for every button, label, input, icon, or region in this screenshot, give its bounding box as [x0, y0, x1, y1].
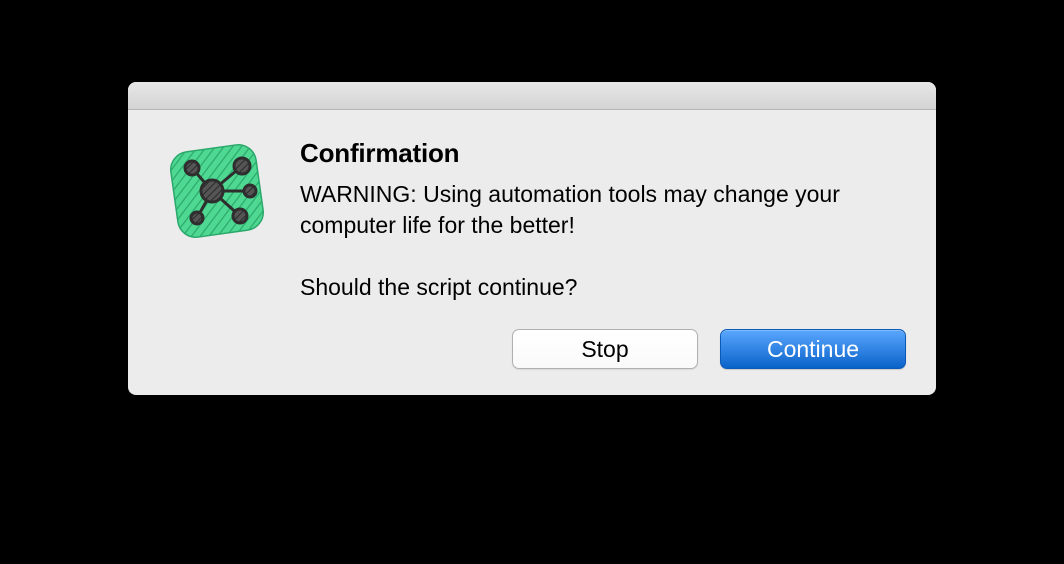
omnigraffle-app-icon [162, 136, 272, 246]
dialog-buttons: Stop Continue [128, 329, 936, 395]
dialog-message: WARNING: Using automation tools may chan… [300, 179, 906, 303]
dialog-text: Confirmation WARNING: Using automation t… [300, 136, 906, 303]
dialog-titlebar [128, 82, 936, 110]
continue-button[interactable]: Continue [720, 329, 906, 369]
app-icon-wrap [162, 136, 272, 246]
stop-button[interactable]: Stop [512, 329, 698, 369]
dialog-title: Confirmation [300, 138, 906, 169]
dialog-content: Confirmation WARNING: Using automation t… [128, 110, 936, 329]
confirmation-dialog: Confirmation WARNING: Using automation t… [128, 82, 936, 395]
